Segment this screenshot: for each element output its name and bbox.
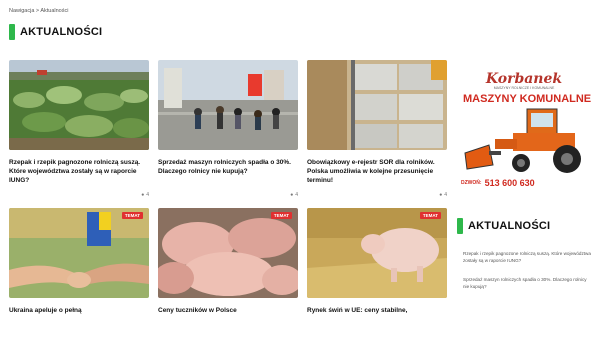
- topic-badge: TEMAT: [270, 212, 292, 219]
- sidebar-accent-bar: [457, 218, 463, 234]
- sidebar-title: AKTUALNOŚCI: [468, 220, 551, 232]
- ad-phone[interactable]: DZWOŃ: 513 600 630: [461, 178, 535, 188]
- news-title[interactable]: Sprzedaż maszyn rolniczych spadła o 30%.…: [158, 158, 294, 176]
- news-card-machinery[interactable]: Sprzedaż maszyn rolniczych spadła o 30%.…: [158, 60, 298, 200]
- news-thumbnail[interactable]: [307, 60, 447, 150]
- section-title: AKTUALNOŚCI: [20, 26, 103, 38]
- news-title[interactable]: Ceny tuczników w Polsce: [158, 306, 294, 315]
- news-card-sor[interactable]: Obowiązkowy e-rejestr SOR dla rolników. …: [307, 60, 447, 200]
- news-thumbnail[interactable]: [9, 208, 149, 298]
- news-title[interactable]: Rynek świń w UE: ceny stabilne,: [307, 306, 443, 315]
- ad-headline: MASZYNY KOMUNALNE: [463, 93, 592, 105]
- ad-tagline: MASZYNY ROLNICZE I KOMUNALNE: [493, 86, 555, 90]
- comment-count: ● 4: [290, 192, 298, 198]
- ad-phone-number: 513 600 630: [484, 178, 535, 188]
- news-card-rapeseed[interactable]: Rzepak i rzepik pagnozone rolniczą suszą…: [9, 60, 149, 200]
- sidebar-news-list: Rzepak i rzepik pagnozone rolniczą suszą…: [463, 250, 591, 302]
- news-thumbnail[interactable]: [307, 208, 447, 298]
- handshake-flags-image: [9, 208, 149, 298]
- warehouse-image: [307, 60, 447, 150]
- comment-icon: ●: [141, 192, 145, 198]
- sidebar-news-item[interactable]: Sprzedaż maszyn rolniczych spadła o 30%.…: [463, 276, 591, 290]
- comment-icon: ●: [439, 192, 443, 198]
- comment-count: ● 4: [439, 192, 447, 198]
- ad-phone-label: DZWOŃ:: [461, 180, 482, 186]
- pigs-image: [158, 208, 298, 298]
- news-card-pig-prices[interactable]: TEMAT Ceny tuczników w Polsce: [158, 208, 298, 320]
- topic-badge: TEMAT: [419, 212, 441, 219]
- section-header: AKTUALNOŚCI: [9, 24, 102, 40]
- topic-badge: TEMAT: [121, 212, 143, 219]
- comment-count: ● 4: [141, 192, 149, 198]
- news-title[interactable]: Rzepak i rzepik pagnozone rolniczą suszą…: [9, 158, 145, 185]
- breadcrumb[interactable]: Nawigacja > Aktualności: [9, 8, 68, 14]
- sidebar-news-item[interactable]: Rzepak i rzepik pagnozone rolniczą suszą…: [463, 250, 591, 264]
- section-accent-bar: [9, 24, 15, 40]
- news-thumbnail[interactable]: [158, 208, 298, 298]
- ad-banner[interactable]: Korbanek MASZYNY ROLNICZE I KOMUNALNE MA…: [455, 69, 593, 193]
- news-card-eu-pigs[interactable]: TEMAT Rynek świń w UE: ceny stabilne,: [307, 208, 447, 320]
- rapeseed-field-image: [9, 60, 149, 150]
- news-thumbnail[interactable]: [9, 60, 149, 150]
- news-title[interactable]: Obowiązkowy e-rejestr SOR dla rolników. …: [307, 158, 443, 185]
- fair-crowd-image: [158, 60, 298, 150]
- pig-in-straw-image: [307, 208, 447, 298]
- news-card-ukraine[interactable]: TEMAT Ukraina apeluje o pełną: [9, 208, 149, 320]
- sidebar-section-header: AKTUALNOŚCI: [457, 218, 550, 234]
- news-title[interactable]: Ukraina apeluje o pełną: [9, 306, 145, 315]
- news-thumbnail[interactable]: [158, 60, 298, 150]
- comment-icon: ●: [290, 192, 294, 198]
- ad-brand-logo: Korbanek: [485, 71, 563, 87]
